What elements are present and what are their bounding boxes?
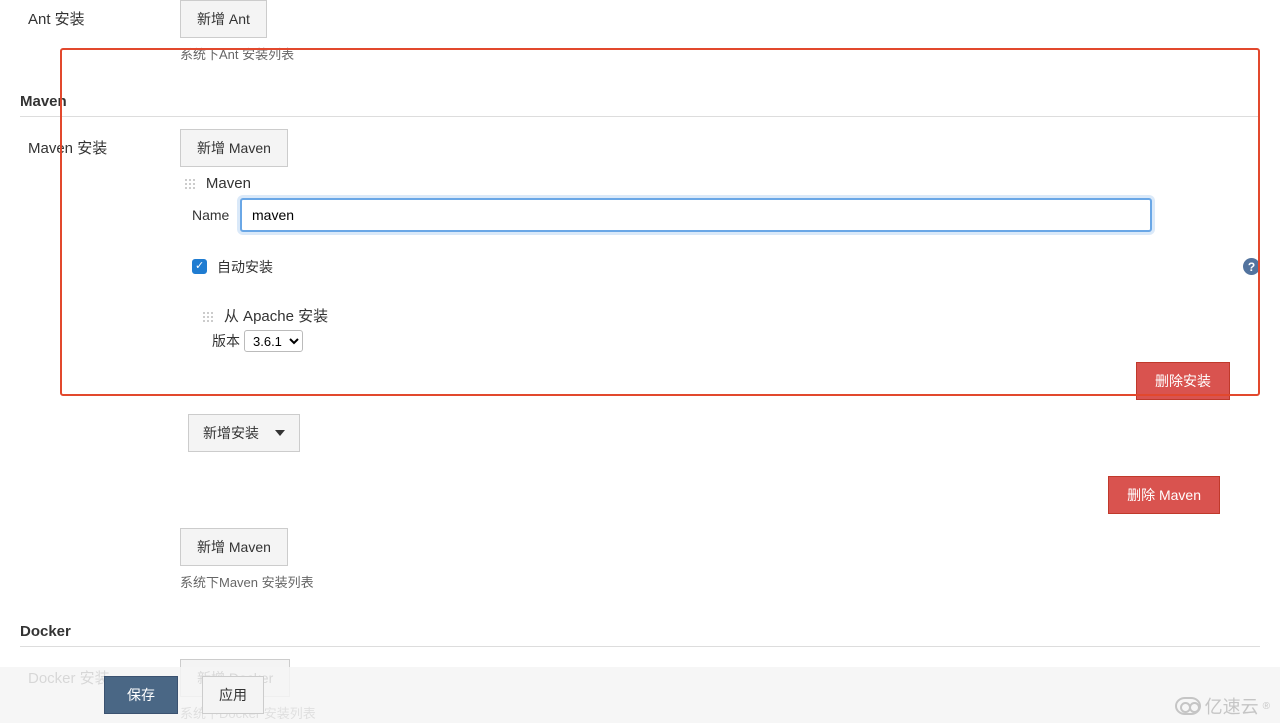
- divider: [20, 116, 1260, 117]
- add-maven-button-top[interactable]: 新增 Maven: [180, 129, 288, 167]
- drag-handle-icon[interactable]: [184, 178, 196, 190]
- footer-bar: 保存 应用: [0, 667, 1280, 723]
- docker-section-title: Docker: [20, 611, 1260, 646]
- drag-handle-icon[interactable]: [202, 311, 214, 323]
- maven-install-label: Maven 安装: [20, 129, 180, 158]
- auto-install-checkbox[interactable]: [192, 259, 207, 274]
- save-button[interactable]: 保存: [104, 676, 178, 714]
- add-installer-dropdown[interactable]: 新增安装: [188, 414, 300, 452]
- maven-name-input[interactable]: [240, 198, 1152, 232]
- chevron-down-icon: [275, 430, 285, 436]
- maven-version-select[interactable]: 3.6.1: [244, 330, 303, 352]
- ant-desc: 系统下Ant 安装列表: [180, 44, 1260, 63]
- watermark: 亿速云®: [1175, 693, 1270, 719]
- ant-install-label: Ant 安装: [20, 0, 180, 29]
- add-ant-button[interactable]: 新增 Ant: [180, 0, 267, 38]
- add-maven-button-bottom[interactable]: 新增 Maven: [180, 528, 288, 566]
- version-label: 版本: [212, 331, 240, 351]
- delete-maven-button[interactable]: 删除 Maven: [1108, 476, 1220, 514]
- auto-install-label: 自动安装: [217, 257, 273, 277]
- apply-button[interactable]: 应用: [202, 676, 264, 714]
- divider: [20, 646, 1260, 647]
- add-installer-label: 新增安装: [203, 423, 259, 443]
- cloud-icon: [1175, 697, 1201, 715]
- maven-desc: 系统下Maven 安装列表: [180, 572, 1260, 591]
- maven-installation-title: Maven: [206, 175, 251, 192]
- watermark-text: 亿速云: [1205, 693, 1259, 719]
- installer-title: 从 Apache 安装: [224, 308, 328, 325]
- help-icon[interactable]: ?: [1243, 258, 1260, 275]
- delete-installer-button[interactable]: 删除安装: [1136, 362, 1230, 400]
- maven-section-title: Maven: [20, 81, 1260, 116]
- name-label: Name: [192, 207, 236, 223]
